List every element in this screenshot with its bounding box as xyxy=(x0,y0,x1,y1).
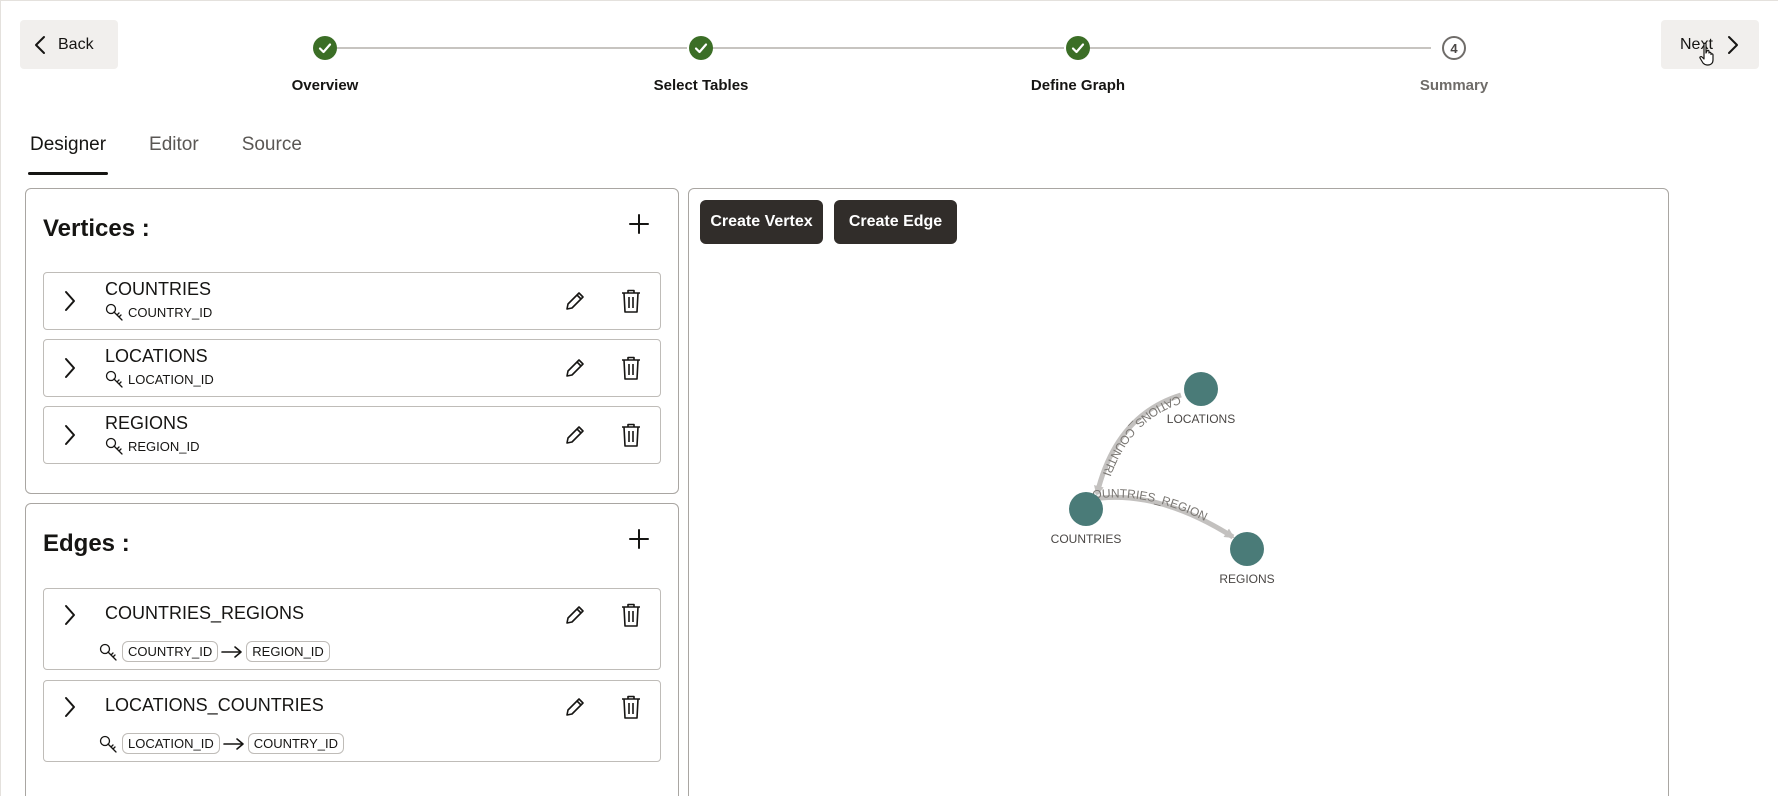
graph-node-label: LOCATIONS xyxy=(1167,412,1235,426)
step-select-tables-check-icon[interactable] xyxy=(689,36,713,60)
tab-editor[interactable]: Editor xyxy=(149,134,199,174)
key-icon xyxy=(105,303,123,321)
back-button-label: Back xyxy=(58,35,94,53)
chevron-right-icon[interactable] xyxy=(63,603,77,627)
tab-source[interactable]: Source xyxy=(242,134,302,174)
vertices-title: Vertices : xyxy=(43,215,150,242)
arrow-right-icon xyxy=(222,737,244,750)
vertex-key-label: LOCATION_ID xyxy=(128,371,214,387)
chevron-left-icon xyxy=(35,35,45,54)
vertex-key-label: COUNTRY_ID xyxy=(128,304,213,320)
edit-pencil-icon[interactable] xyxy=(563,289,587,313)
vertex-item[interactable]: LOCATIONS LOCATION_ID xyxy=(43,339,661,397)
chevron-right-icon[interactable] xyxy=(63,695,77,719)
vertex-key-label: REGION_ID xyxy=(128,438,200,454)
edit-pencil-icon[interactable] xyxy=(563,695,587,719)
hand-cursor-icon xyxy=(1699,42,1714,66)
graph-node-regions[interactable] xyxy=(1230,532,1264,566)
edit-pencil-icon[interactable] xyxy=(563,356,587,380)
source-key-pill: LOCATION_ID xyxy=(122,733,220,754)
graph-node-countries[interactable] xyxy=(1069,492,1103,526)
source-key-pill: COUNTRY_ID xyxy=(122,641,219,662)
graph-edge-label: CATIONS_COUNTRI xyxy=(1100,393,1183,478)
delete-trash-icon[interactable] xyxy=(619,422,643,448)
edit-pencil-icon[interactable] xyxy=(563,603,587,627)
chevron-right-icon xyxy=(1727,35,1738,54)
edge-item[interactable]: LOCATIONS_COUNTRIES LOCATION_ID COUNTRY_… xyxy=(43,680,661,762)
step-summary-number[interactable]: 4 xyxy=(1442,36,1466,60)
vertex-item[interactable]: REGIONS REGION_ID xyxy=(43,406,661,464)
vertices-panel: Vertices : COUNTRIES COUNTRY_ID LOCATION… xyxy=(25,188,679,494)
step-label-overview: Overview xyxy=(291,77,359,94)
chevron-right-icon[interactable] xyxy=(63,423,77,447)
add-vertex-plus-icon[interactable] xyxy=(626,211,652,237)
edge-item[interactable]: COUNTRIES_REGIONS COUNTRY_ID REGION_ID xyxy=(43,588,661,670)
delete-trash-icon[interactable] xyxy=(619,602,643,628)
arrow-right-icon xyxy=(221,645,243,658)
add-edge-plus-icon[interactable] xyxy=(626,526,652,552)
graph-node-label: COUNTRIES xyxy=(1051,532,1122,546)
key-icon xyxy=(99,643,117,661)
delete-trash-icon[interactable] xyxy=(619,288,643,314)
step-label-select-tables: Select Tables xyxy=(653,77,749,94)
step-connector xyxy=(1088,47,1431,49)
chevron-right-icon[interactable] xyxy=(63,356,77,380)
graph-visualization[interactable]: CATIONS_COUNTRI OUNTRIES_REGION LOCATION… xyxy=(689,189,1670,796)
step-label-define-graph: Define Graph xyxy=(1030,77,1126,94)
graph-canvas[interactable]: Create Vertex Create Edge CATIONS_COUNTR… xyxy=(688,188,1669,796)
vertex-key: LOCATION_ID xyxy=(105,370,214,388)
edge-name: COUNTRIES_REGIONS xyxy=(105,603,305,623)
step-define-graph-check-icon[interactable] xyxy=(1066,36,1090,60)
graph-edge-label: OUNTRIES_REGION xyxy=(1092,486,1210,523)
edge-mapping: LOCATION_ID COUNTRY_ID xyxy=(99,733,344,754)
edit-pencil-icon[interactable] xyxy=(563,423,587,447)
tab-designer[interactable]: Designer xyxy=(27,134,109,175)
graph-edge-label-text: CATIONS_COUNTRI xyxy=(1100,393,1183,478)
chevron-right-icon[interactable] xyxy=(63,289,77,313)
edges-title: Edges : xyxy=(43,530,130,557)
graph-node-locations[interactable] xyxy=(1184,372,1218,406)
key-icon xyxy=(99,735,117,753)
key-icon xyxy=(105,370,123,388)
key-icon xyxy=(105,437,123,455)
wizard-stepper: 4 Overview Select Tables Define Graph Su… xyxy=(0,0,1778,100)
step-connector xyxy=(711,47,1064,49)
vertex-key: REGION_ID xyxy=(105,437,200,455)
step-connector xyxy=(337,47,687,49)
delete-trash-icon[interactable] xyxy=(619,355,643,381)
step-label-summary: Summary xyxy=(1419,77,1489,94)
vertex-name: LOCATIONS xyxy=(105,346,208,366)
vertex-name: REGIONS xyxy=(105,413,189,433)
delete-trash-icon[interactable] xyxy=(619,694,643,720)
target-key-pill: COUNTRY_ID xyxy=(247,733,344,754)
back-button[interactable]: Back xyxy=(20,20,118,69)
edge-name: LOCATIONS_COUNTRIES xyxy=(105,695,324,715)
edges-panel: Edges : COUNTRIES_REGIONS COUNTRY_ID REG… xyxy=(25,503,679,796)
edge-mapping: COUNTRY_ID REGION_ID xyxy=(99,641,330,662)
step-overview-check-icon[interactable] xyxy=(313,36,337,60)
vertex-item[interactable]: COUNTRIES COUNTRY_ID xyxy=(43,272,661,330)
vertex-key: COUNTRY_ID xyxy=(105,303,212,321)
vertex-name: COUNTRIES xyxy=(105,279,212,299)
view-tabs: Designer Editor Source xyxy=(27,134,345,176)
graph-node-label: REGIONS xyxy=(1219,572,1274,586)
graph-edge-label-text: OUNTRIES_REGION xyxy=(1092,486,1210,523)
target-key-pill: REGION_ID xyxy=(246,641,330,662)
